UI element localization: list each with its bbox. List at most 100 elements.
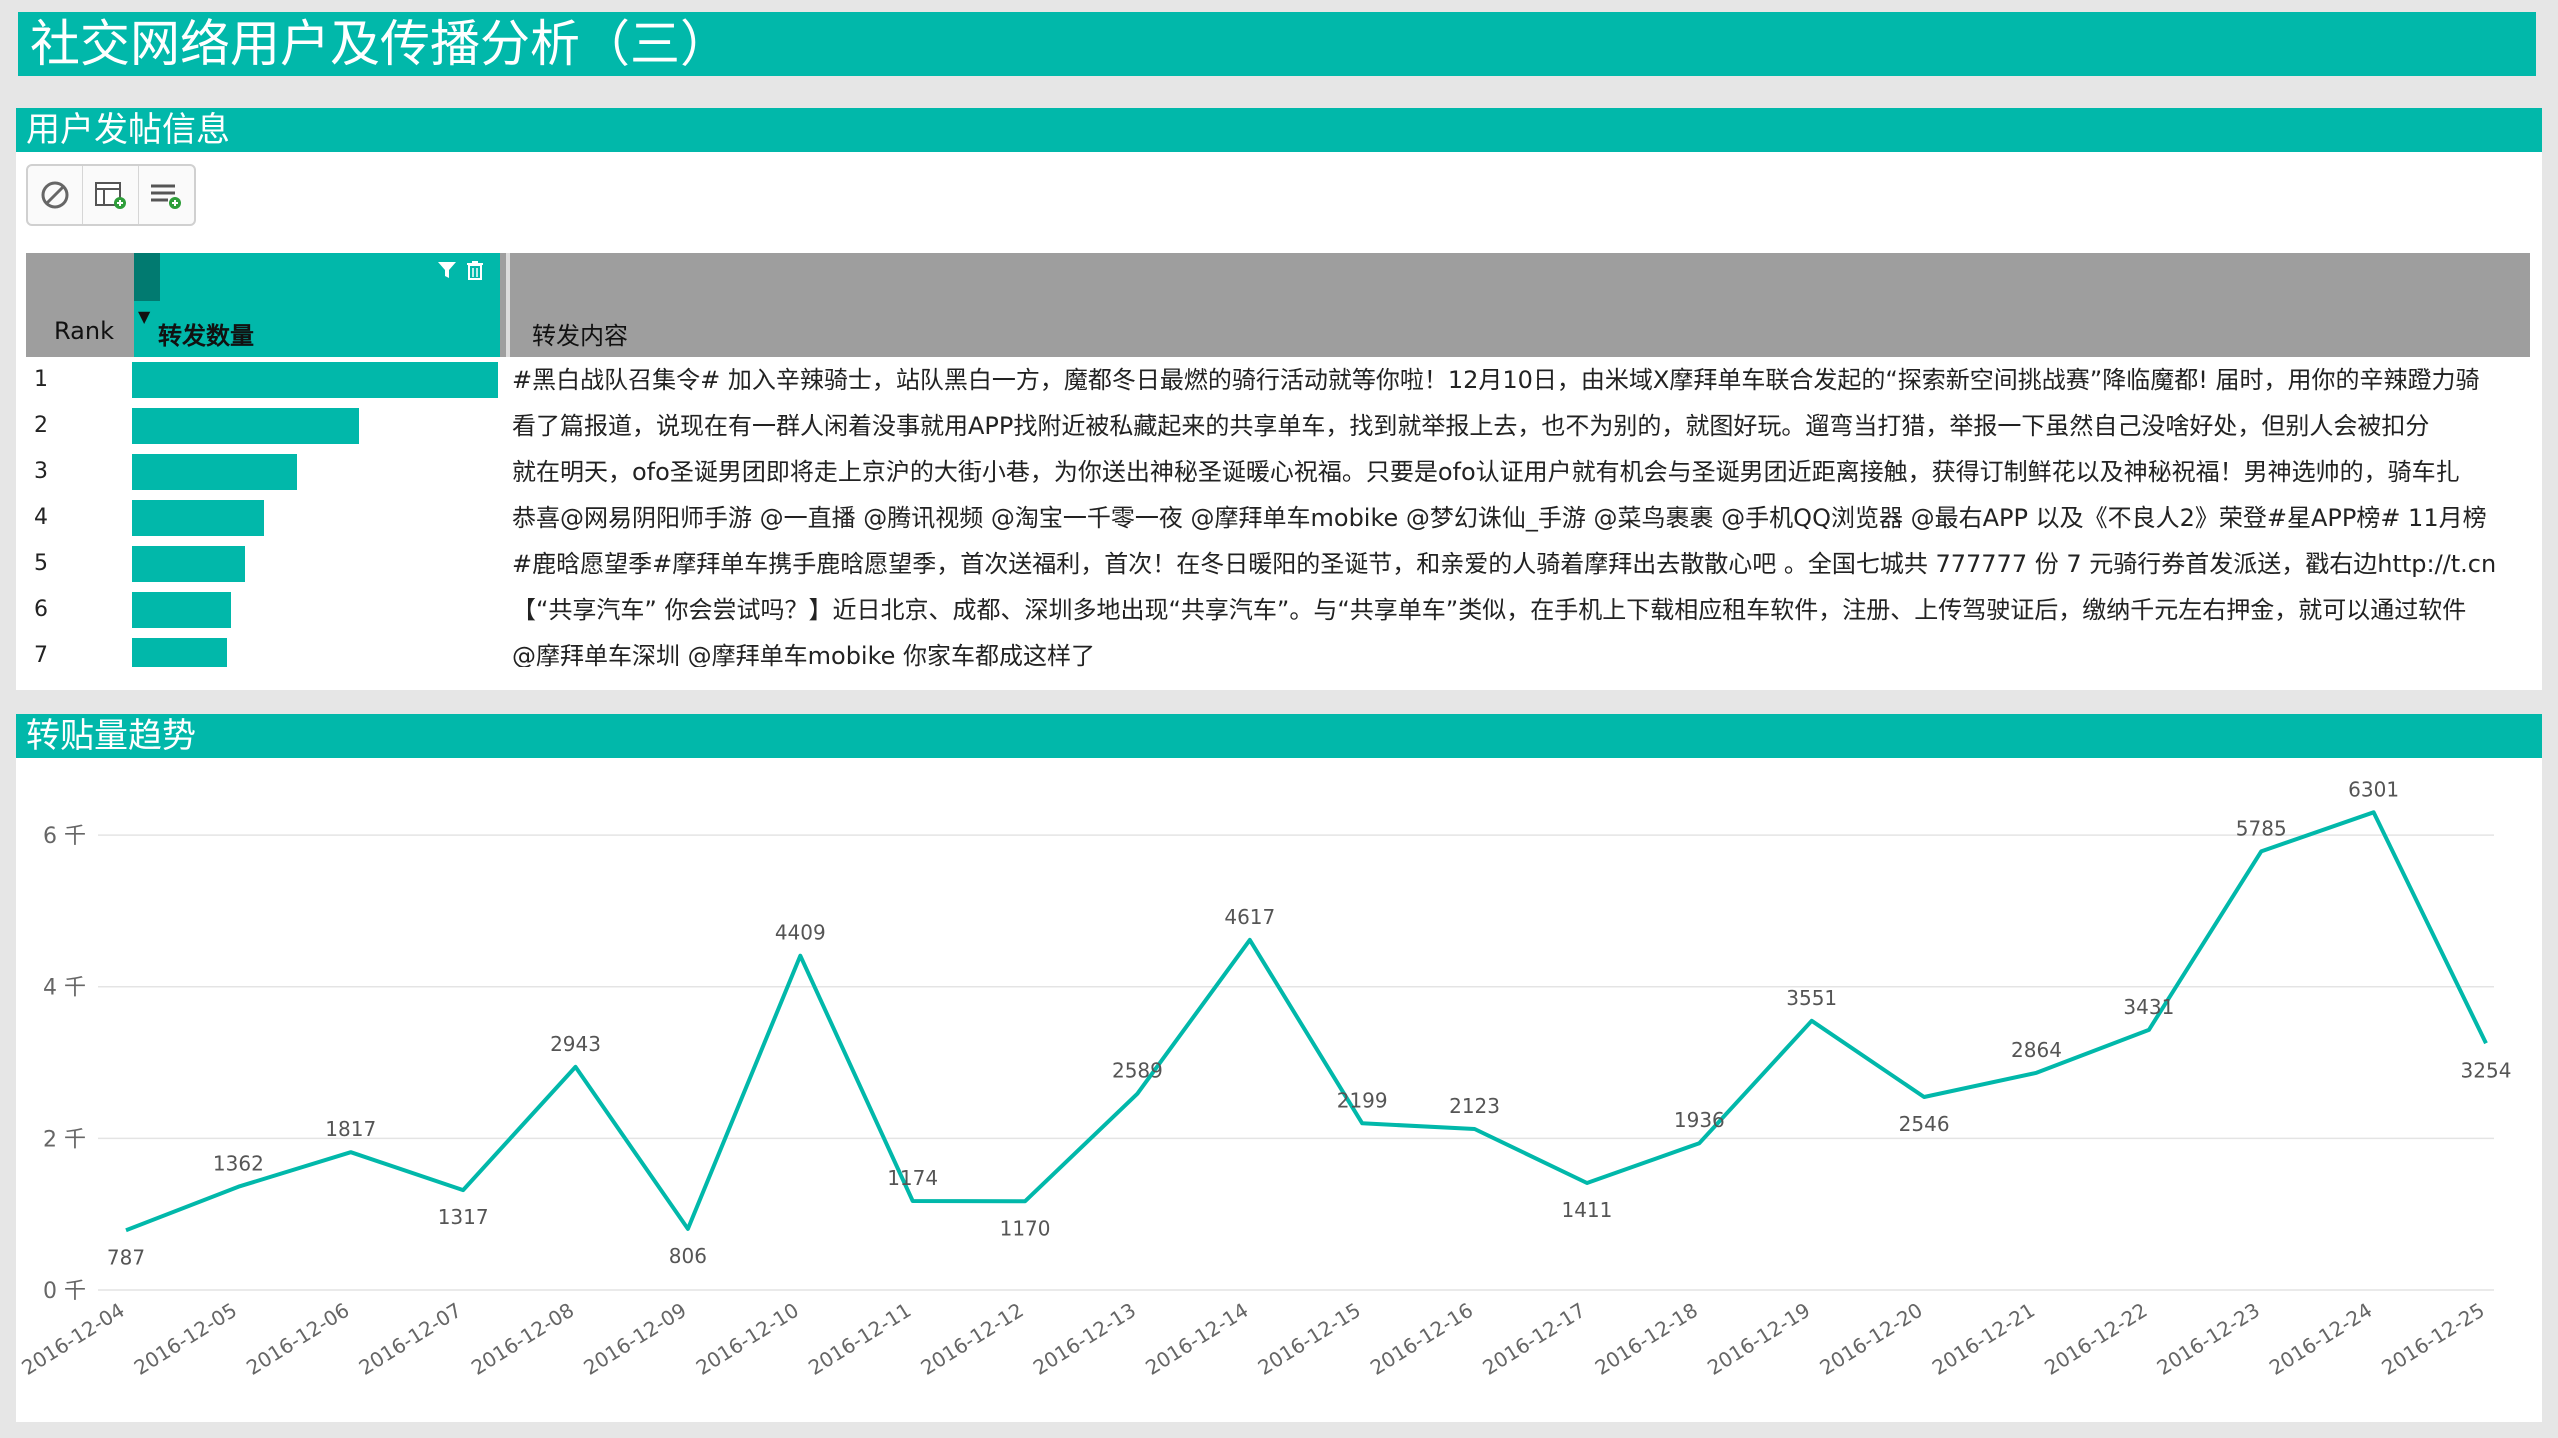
table-row[interactable]: 4 恭喜@网易阴阳师手游 @一直播 @腾讯视频 @淘宝一千零一夜 @摩拜单车mo… <box>26 495 2530 541</box>
x-tick-label: 2016-12-14 <box>1141 1298 1252 1380</box>
row-rank: 2 <box>34 413 48 438</box>
column-header-rank-label: Rank <box>54 317 114 345</box>
count-bar <box>132 454 297 490</box>
data-label: 3551 <box>1786 986 1837 1010</box>
x-tick-label: 2016-12-18 <box>1591 1298 1702 1380</box>
x-tick-label: 2016-12-05 <box>130 1298 241 1380</box>
y-tick-label: 4 千 <box>43 976 86 1001</box>
table-row[interactable]: 3 就在明天，ofo圣诞男团即将走上京沪的大街小巷，为你送出神秘圣诞暖心祝福。只… <box>26 449 2530 495</box>
posts-panel-title: 用户发帖信息 <box>16 108 2542 152</box>
column-header-count[interactable]: ▼ 转发数量 <box>134 253 500 357</box>
data-label: 1362 <box>213 1152 264 1176</box>
filter-icon[interactable] <box>436 259 458 281</box>
series-line[interactable] <box>125 810 2488 1233</box>
data-label: 4617 <box>1224 905 1275 929</box>
posts-panel: 用户发帖信息 Rank ▼ 转发数量 转发内容 1 #黑白战队召集令# 加入辛辣… <box>16 108 2542 690</box>
sort-desc-icon[interactable]: ▼ <box>138 307 150 326</box>
y-tick-label: 2 千 <box>43 1127 86 1152</box>
data-label: 2864 <box>2011 1038 2062 1062</box>
x-tick-label: 2016-12-07 <box>355 1298 466 1380</box>
table-row[interactable]: 2 看了篇报道，说现在有一群人闲着没事就用APP找附近被私藏起来的共享单车，找到… <box>26 403 2530 449</box>
data-label: 787 <box>107 1245 145 1269</box>
row-content: #鹿晗愿望季#摩拜单车携手鹿晗愿望季，首次送福利，首次！在冬日暖阳的圣诞节，和亲… <box>512 550 2497 578</box>
data-label: 3431 <box>2123 995 2174 1019</box>
clear-filter-icon <box>41 181 69 209</box>
row-content: 就在明天，ofo圣诞男团即将走上京沪的大街小巷，为你送出神秘圣诞暖心祝福。只要是… <box>512 458 2460 486</box>
page-title: 社交网络用户及传播分析（三） <box>18 12 2536 76</box>
row-rank: 6 <box>34 597 48 622</box>
x-tick-label: 2016-12-04 <box>17 1298 128 1380</box>
data-label: 2589 <box>1112 1059 1163 1083</box>
row-content: @摩拜单车深圳 @摩拜单车mobike 你家车都成这样了 <box>512 642 1096 667</box>
row-rank: 7 <box>34 643 48 667</box>
data-label: 1936 <box>1674 1108 1725 1132</box>
data-label: 2943 <box>550 1032 601 1056</box>
x-tick-label: 2016-12-21 <box>1928 1298 2039 1380</box>
table-body[interactable]: 1 #黑白战队召集令# 加入辛辣骑士，站队黑白一方，魔都冬日最燃的骑行活动就等你… <box>26 357 2530 667</box>
table-row[interactable]: 1 #黑白战队召集令# 加入辛辣骑士，站队黑白一方，魔都冬日最燃的骑行活动就等你… <box>26 357 2530 403</box>
column-header-actions <box>436 259 486 281</box>
trash-icon[interactable] <box>464 259 486 281</box>
data-label: 1817 <box>325 1117 376 1141</box>
add-rows-button[interactable] <box>139 166 194 224</box>
table-row[interactable]: 6 【“共享汽车” 你会尝试吗？】近日北京、成都、深圳多地出现“共享汽车”。与“… <box>26 587 2530 633</box>
trend-panel-title: 转贴量趋势 <box>16 714 2542 758</box>
clear-filter-button[interactable] <box>28 166 84 224</box>
table-toolbar <box>26 164 196 226</box>
x-tick-label: 2016-12-13 <box>1029 1298 1140 1380</box>
x-tick-label: 2016-12-09 <box>579 1298 690 1380</box>
x-tick-label: 2016-12-12 <box>916 1298 1027 1380</box>
row-content: #黑白战队召集令# 加入辛辣骑士，站队黑白一方，魔都冬日最燃的骑行活动就等你啦！… <box>512 366 2480 394</box>
trend-panel: 转贴量趋势 0 千 2 千 4 千 6 千 787 1362 1817 1317 2943 806… <box>16 714 2542 1422</box>
data-label: 1317 <box>438 1205 489 1229</box>
trend-line-chart[interactable]: 0 千 2 千 4 千 6 千 787 1362 1817 1317 2943 806 4409 11… <box>16 762 2542 1422</box>
data-label: 1170 <box>1000 1216 1051 1240</box>
column-drag-handle[interactable] <box>134 253 160 301</box>
column-header-count-label: 转发数量 <box>158 322 254 350</box>
add-table-icon <box>94 182 126 209</box>
row-content: 恭喜@网易阴阳师手游 @一直播 @腾讯视频 @淘宝一千零一夜 @摩拜单车mobi… <box>512 504 2487 532</box>
column-header-content[interactable]: 转发内容 <box>506 253 2530 357</box>
table-row[interactable]: 5 #鹿晗愿望季#摩拜单车携手鹿晗愿望季，首次送福利，首次！在冬日暖阳的圣诞节，… <box>26 541 2530 587</box>
x-tick-label: 2016-12-20 <box>1815 1298 1926 1380</box>
table-header: Rank ▼ 转发数量 转发内容 <box>26 253 2530 357</box>
count-bar <box>132 500 264 536</box>
x-tick-label: 2016-12-15 <box>1254 1298 1365 1380</box>
data-label: 2199 <box>1337 1088 1388 1112</box>
data-label: 4409 <box>775 921 826 945</box>
count-bar <box>132 546 245 582</box>
x-tick-label: 2016-12-19 <box>1703 1298 1814 1380</box>
x-tick-label: 2016-12-24 <box>2265 1298 2376 1380</box>
data-label: 3254 <box>2461 1058 2512 1082</box>
x-tick-label: 2016-12-10 <box>692 1298 803 1380</box>
row-rank: 3 <box>34 459 48 484</box>
row-rank: 1 <box>34 367 48 392</box>
y-tick-label: 6 千 <box>43 824 86 849</box>
x-tick-label: 2016-12-17 <box>1478 1298 1589 1380</box>
row-rank: 4 <box>34 505 48 530</box>
data-label: 6301 <box>2348 777 2399 801</box>
row-content: 【“共享汽车” 你会尝试吗？】近日北京、成都、深圳多地出现“共享汽车”。与“共享… <box>512 596 2467 624</box>
count-bar <box>132 408 359 444</box>
data-label: 2546 <box>1899 1112 1950 1136</box>
count-bar <box>132 638 227 667</box>
count-bar <box>132 592 231 628</box>
table-row[interactable]: 7 @摩拜单车深圳 @摩拜单车mobike 你家车都成这样了 <box>26 633 2530 667</box>
x-tick-label: 2016-12-25 <box>2377 1298 2488 1380</box>
add-table-button[interactable] <box>83 166 139 224</box>
y-tick-label: 0 千 <box>43 1279 86 1304</box>
data-label: 806 <box>669 1244 707 1268</box>
x-tick-label: 2016-12-16 <box>1366 1298 1477 1380</box>
column-header-content-label: 转发内容 <box>532 322 628 350</box>
x-tick-label: 2016-12-22 <box>2040 1298 2151 1380</box>
row-content: 看了篇报道，说现在有一群人闲着没事就用APP找附近被私藏起来的共享单车，找到就举… <box>512 412 2430 440</box>
count-bar <box>132 362 498 398</box>
data-label: 5785 <box>2236 816 2287 840</box>
data-label: 2123 <box>1449 1094 1500 1118</box>
data-label: 1411 <box>1561 1198 1612 1222</box>
add-rows-icon <box>151 184 182 209</box>
x-tick-label: 2016-12-06 <box>242 1298 353 1380</box>
x-tick-label: 2016-12-11 <box>804 1298 915 1380</box>
row-rank: 5 <box>34 551 48 576</box>
column-header-rank[interactable]: Rank <box>26 253 126 357</box>
